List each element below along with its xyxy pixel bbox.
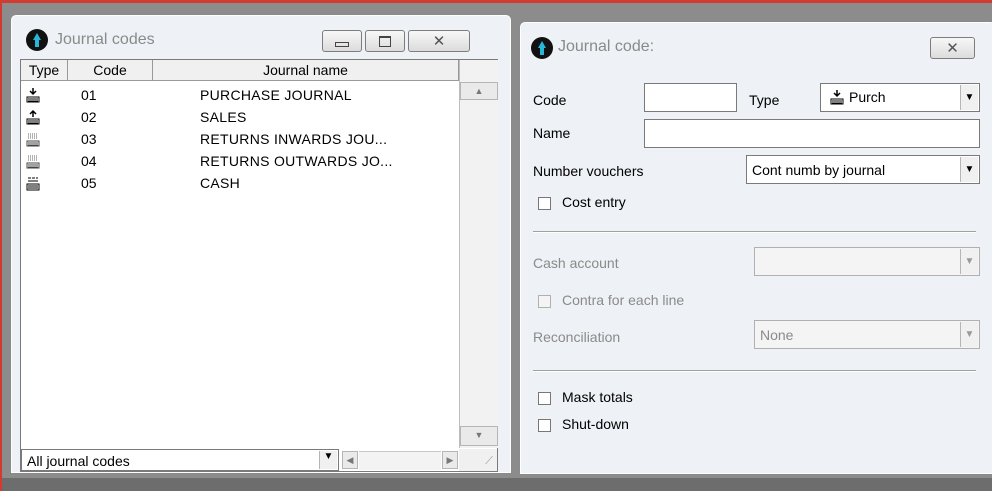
close-icon: ✕ — [946, 40, 959, 57]
minimize-icon — [335, 41, 349, 47]
row-code: 03 — [81, 131, 97, 147]
shutdown-checkbox[interactable] — [538, 419, 551, 432]
row-code: 01 — [81, 87, 97, 103]
journal-code-window: Journal code: ✕ Code Type Purch ▼ Name N… — [519, 21, 992, 475]
returns-icon — [25, 153, 41, 169]
maximize-icon — [379, 35, 391, 47]
cash-account-label: Cash account — [533, 255, 619, 271]
title-bar[interactable]: Journal codes ✕ — [11, 15, 511, 55]
type-label: Type — [749, 92, 780, 108]
contra-checkbox[interactable] — [538, 295, 551, 308]
journal-codes-window: Journal codes ✕ Type Code Journal name 0… — [10, 14, 512, 474]
window-title: Journal codes — [55, 31, 155, 48]
horizontal-scroll-track[interactable] — [359, 451, 441, 470]
journal-list[interactable]: Type Code Journal name 01 PURCHASE JOURN… — [20, 59, 498, 472]
list-item[interactable]: 02 SALES — [21, 107, 459, 129]
type-select[interactable]: Purch ▼ — [820, 83, 980, 112]
number-vouchers-value: Cont numb by journal — [752, 162, 886, 178]
window-title: Journal code: — [558, 38, 655, 55]
row-code: 04 — [81, 153, 97, 169]
mask-totals-checkbox[interactable] — [538, 392, 551, 405]
app-icon — [26, 29, 48, 51]
returns-icon — [25, 131, 41, 147]
minimize-button[interactable] — [322, 30, 362, 52]
list-item[interactable]: 03 RETURNS INWARDS JOU... — [21, 129, 459, 151]
resize-grip[interactable]: ⟋ — [459, 449, 497, 471]
list-item[interactable]: 01 PURCHASE JOURNAL — [21, 85, 459, 107]
purchase-icon — [829, 89, 845, 108]
divider — [533, 370, 976, 372]
scroll-left-arrow[interactable]: ◀ — [342, 451, 358, 469]
vertical-scrollbar[interactable]: ▲ ▼ — [459, 60, 498, 448]
app-icon — [531, 37, 553, 59]
title-bar[interactable]: Journal code: ✕ — [520, 22, 992, 62]
close-button[interactable]: ✕ — [930, 37, 975, 59]
column-code[interactable]: Code — [68, 60, 153, 80]
reconciliation-value: None — [760, 327, 794, 343]
column-journal-name[interactable]: Journal name — [153, 60, 459, 80]
purchase-icon — [25, 87, 41, 103]
close-button[interactable]: ✕ — [408, 30, 470, 52]
code-label: Code — [533, 92, 567, 108]
code-field[interactable] — [644, 83, 737, 112]
chevron-down-icon: ▼ — [960, 157, 978, 182]
scroll-up-arrow[interactable]: ▲ — [460, 82, 498, 100]
row-name: RETURNS OUTWARDS JO... — [200, 153, 393, 169]
column-type[interactable]: Type — [21, 60, 68, 80]
maximize-button[interactable] — [365, 30, 405, 52]
row-name: CASH — [200, 175, 241, 191]
scroll-right-arrow[interactable]: ▶ — [442, 451, 458, 469]
reconciliation-label: Reconciliation — [533, 329, 621, 345]
chevron-down-icon: ▼ — [960, 85, 978, 110]
reconciliation-select[interactable]: None ▼ — [754, 320, 980, 349]
chevron-down-icon: ▼ — [319, 451, 337, 469]
name-label: Name — [533, 125, 571, 141]
row-name: SALES — [200, 109, 247, 125]
chevron-down-icon: ▼ — [960, 322, 978, 347]
sales-icon — [25, 109, 41, 125]
name-field[interactable] — [644, 119, 980, 148]
list-item[interactable]: 04 RETURNS OUTWARDS JO... — [21, 151, 459, 173]
background-edge-left — [0, 0, 2, 491]
divider — [533, 231, 976, 233]
row-name: RETURNS INWARDS JOU... — [200, 131, 388, 147]
cash-account-select[interactable]: ▼ — [754, 247, 980, 276]
desktop-strip — [2, 478, 992, 491]
resize-grip-icon: ⟋ — [485, 455, 493, 467]
cost-entry-label: Cost entry — [562, 194, 626, 210]
list-item[interactable]: 05 CASH — [21, 173, 459, 195]
row-name: PURCHASE JOURNAL — [200, 87, 352, 103]
background-edge — [0, 0, 992, 3]
chevron-down-icon: ▼ — [960, 249, 978, 274]
journal-filter-select[interactable]: All journal codes ▼ — [21, 449, 339, 471]
shutdown-label: Shut-down — [562, 416, 629, 432]
close-icon: ✕ — [432, 33, 446, 50]
cash-icon — [25, 175, 41, 191]
row-code: 05 — [81, 175, 97, 191]
number-vouchers-select[interactable]: Cont numb by journal ▼ — [746, 155, 980, 184]
mask-totals-label: Mask totals — [562, 389, 633, 405]
contra-label: Contra for each line — [562, 292, 685, 308]
scroll-down-arrow[interactable]: ▼ — [460, 426, 498, 446]
cost-entry-checkbox[interactable] — [538, 197, 551, 210]
row-code: 02 — [81, 109, 97, 125]
filter-value: All journal codes — [27, 453, 130, 469]
list-header: Type Code Journal name — [21, 60, 459, 81]
type-value: Purch — [849, 89, 886, 105]
number-vouchers-label: Number vouchers — [533, 163, 644, 179]
